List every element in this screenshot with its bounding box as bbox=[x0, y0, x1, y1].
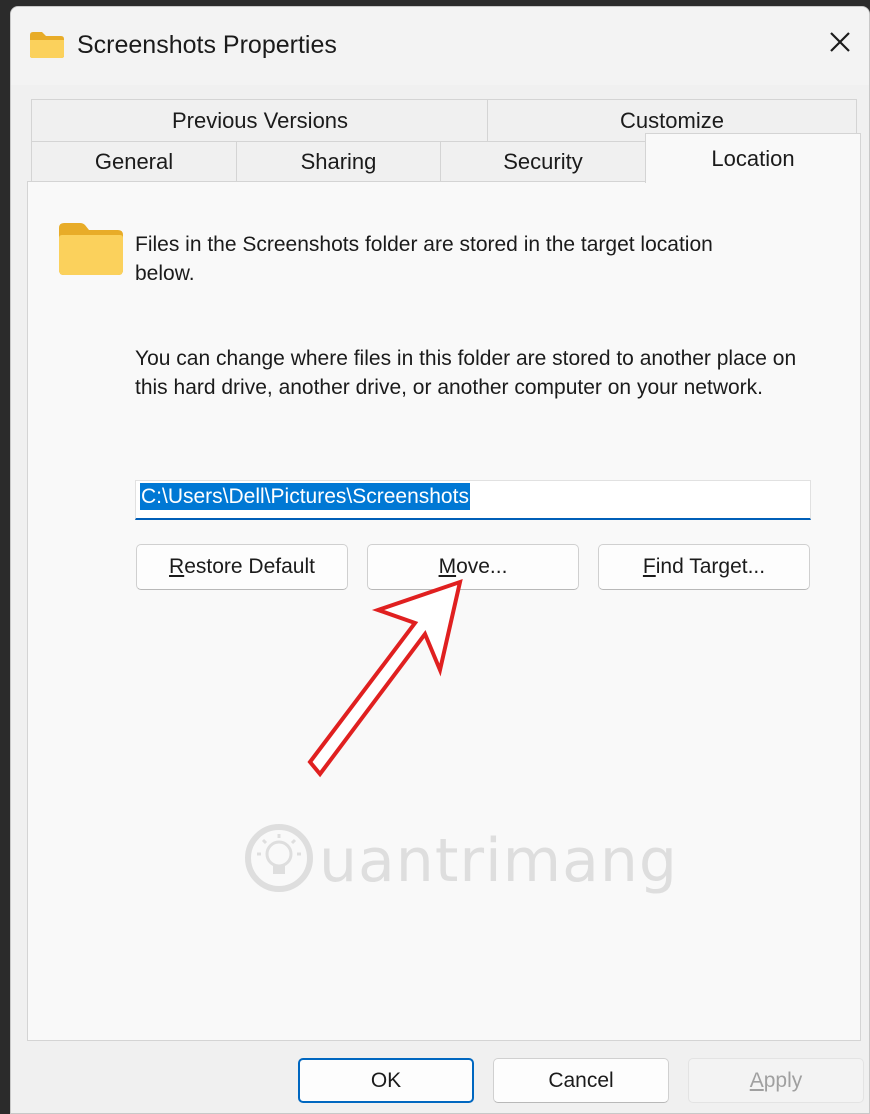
path-value: C:\Users\Dell\Pictures\Screenshots bbox=[140, 483, 470, 510]
close-button[interactable] bbox=[811, 17, 869, 71]
lightbulb-icon bbox=[243, 822, 315, 899]
button-label: OK bbox=[370, 1068, 402, 1092]
tab-label: Location bbox=[711, 146, 795, 171]
path-input[interactable]: C:\Users\Dell\Pictures\Screenshots bbox=[135, 480, 811, 520]
tab-location[interactable]: Location bbox=[645, 133, 861, 183]
cancel-button[interactable]: Cancel bbox=[493, 1058, 669, 1103]
annotation-arrow-icon bbox=[288, 562, 488, 797]
tab-label: Previous Versions bbox=[171, 108, 349, 133]
apply-button[interactable]: Apply bbox=[688, 1058, 864, 1103]
intro-text: Files in the Screenshots folder are stor… bbox=[135, 233, 713, 285]
tab-label: Security bbox=[503, 149, 583, 174]
tab-label: Customize bbox=[620, 108, 724, 133]
find-target-button[interactable]: Find Target... bbox=[598, 544, 810, 590]
watermark-text: uantrimang bbox=[319, 825, 679, 896]
location-panel: Files in the Screenshots folder are stor… bbox=[27, 181, 861, 1041]
watermark: uantrimang bbox=[243, 822, 678, 899]
button-label: ind Target... bbox=[655, 555, 766, 578]
tab-label: General bbox=[94, 149, 174, 174]
description-text: You can change where files in this folde… bbox=[135, 347, 797, 399]
folder-icon bbox=[58, 222, 124, 281]
properties-dialog: Screenshots Properties Previous Versions… bbox=[10, 6, 870, 1114]
button-label: Cancel bbox=[548, 1068, 614, 1092]
access-key: A bbox=[749, 1068, 764, 1092]
title-bar: Screenshots Properties bbox=[11, 7, 869, 85]
access-key: F bbox=[642, 555, 656, 578]
tab-sharing[interactable]: Sharing bbox=[236, 141, 441, 183]
button-label: pply bbox=[763, 1068, 803, 1092]
tab-general[interactable]: General bbox=[31, 141, 237, 183]
window-title: Screenshots Properties bbox=[77, 31, 337, 59]
access-key: R bbox=[169, 555, 185, 578]
ok-button[interactable]: OK bbox=[298, 1058, 474, 1103]
tab-label: Sharing bbox=[300, 149, 377, 174]
tab-security[interactable]: Security bbox=[440, 141, 646, 183]
folder-icon bbox=[29, 31, 65, 64]
close-icon bbox=[829, 31, 851, 58]
tab-previous-versions[interactable]: Previous Versions bbox=[31, 99, 489, 143]
